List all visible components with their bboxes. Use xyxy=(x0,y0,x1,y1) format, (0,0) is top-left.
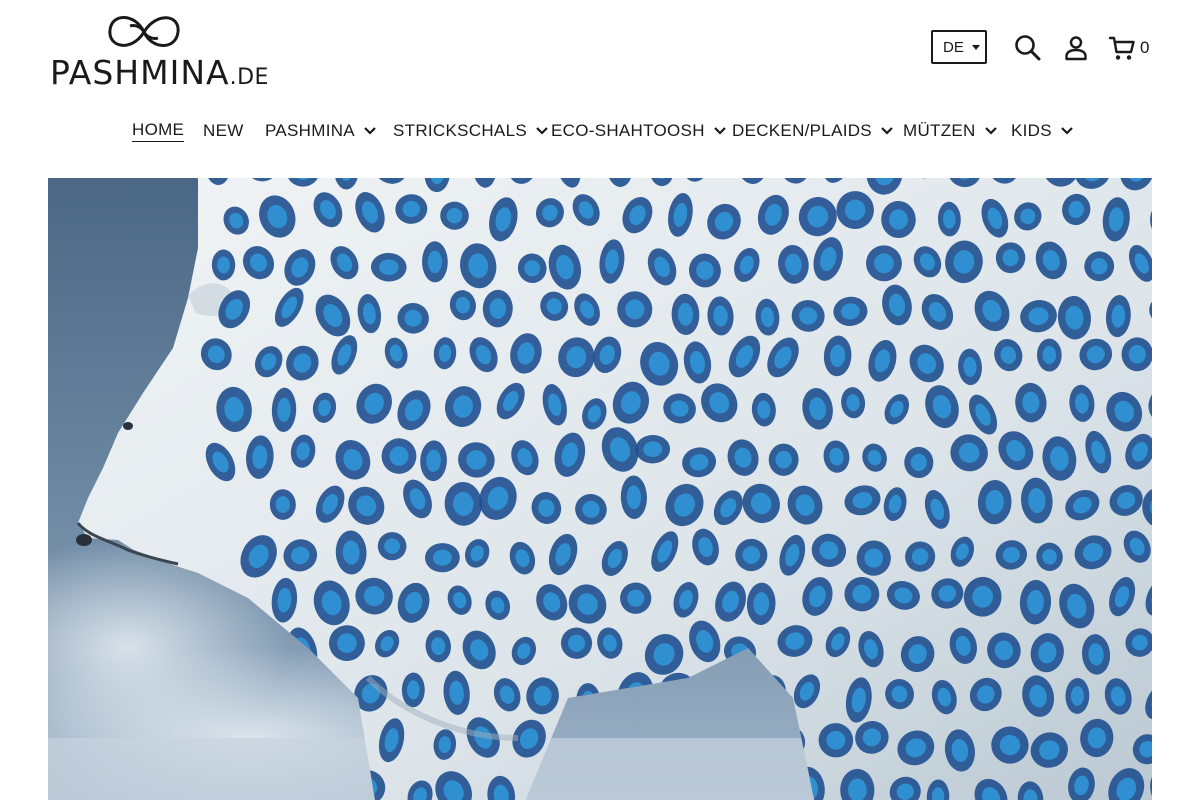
account-button[interactable] xyxy=(1062,34,1090,62)
nav-item-muetzen[interactable]: MÜTZEN xyxy=(903,116,998,146)
logo-domain-suffix: .DE xyxy=(229,65,269,90)
language-selected: DE xyxy=(943,38,964,56)
logo-mark-icon xyxy=(108,16,180,47)
nav-item-decken-plaids[interactable]: DECKEN/PLAIDS xyxy=(732,116,894,146)
cart-count: 0 xyxy=(1140,38,1150,57)
chevron-down-icon xyxy=(536,127,548,135)
user-icon xyxy=(1065,36,1087,61)
nav-item-label: ECO-SHAHTOOSH xyxy=(551,121,705,140)
nav-item-home[interactable]: HOME xyxy=(132,116,185,146)
chevron-down-icon xyxy=(714,127,726,135)
chevron-down-icon xyxy=(881,127,893,135)
nav-item-label: HOME xyxy=(132,120,185,142)
nav-item-eco-shahtoosh[interactable]: ECO-SHAHTOOSH xyxy=(551,116,727,146)
site-logo[interactable]: PASHMINA.DE xyxy=(50,8,270,92)
nav-item-kids[interactable]: KIDS xyxy=(1011,116,1074,146)
logo-wordmark-text: PASHMINA xyxy=(50,53,230,92)
nav-item-strickschals[interactable]: STRICKSCHALS xyxy=(393,116,549,146)
search-icon xyxy=(1015,35,1041,61)
site-header: PASHMINA.DE DE 0 HOME NEW PASHMINA STRIC… xyxy=(0,0,1200,178)
nav-item-label: MÜTZEN xyxy=(903,121,976,140)
nav-item-label: NEW xyxy=(203,121,244,140)
nav-item-pashmina[interactable]: PASHMINA xyxy=(265,116,377,146)
chevron-down-icon xyxy=(984,127,997,135)
nav-item-new[interactable]: NEW xyxy=(203,116,244,146)
chevron-down-icon xyxy=(1061,127,1073,135)
nav-item-label: PASHMINA xyxy=(265,121,355,140)
cart-icon xyxy=(1108,36,1135,60)
logo-wordmark: PASHMINA.DE xyxy=(50,55,269,96)
nav-item-label: DECKEN/PLAIDS xyxy=(732,121,872,140)
nav-item-label: STRICKSCHALS xyxy=(393,121,527,140)
caret-down-icon xyxy=(971,44,980,50)
nav-item-label: KIDS xyxy=(1011,121,1052,140)
cart-button[interactable]: 0 xyxy=(1108,34,1154,62)
main-navigation: HOME NEW PASHMINA STRICKSCHALS ECO-SHAHT… xyxy=(0,116,1200,146)
hero-image xyxy=(48,178,1152,800)
search-button[interactable] xyxy=(1014,34,1042,62)
language-selector[interactable]: DE xyxy=(931,30,987,64)
chevron-down-icon xyxy=(364,127,376,135)
hero-banner[interactable] xyxy=(48,178,1152,800)
